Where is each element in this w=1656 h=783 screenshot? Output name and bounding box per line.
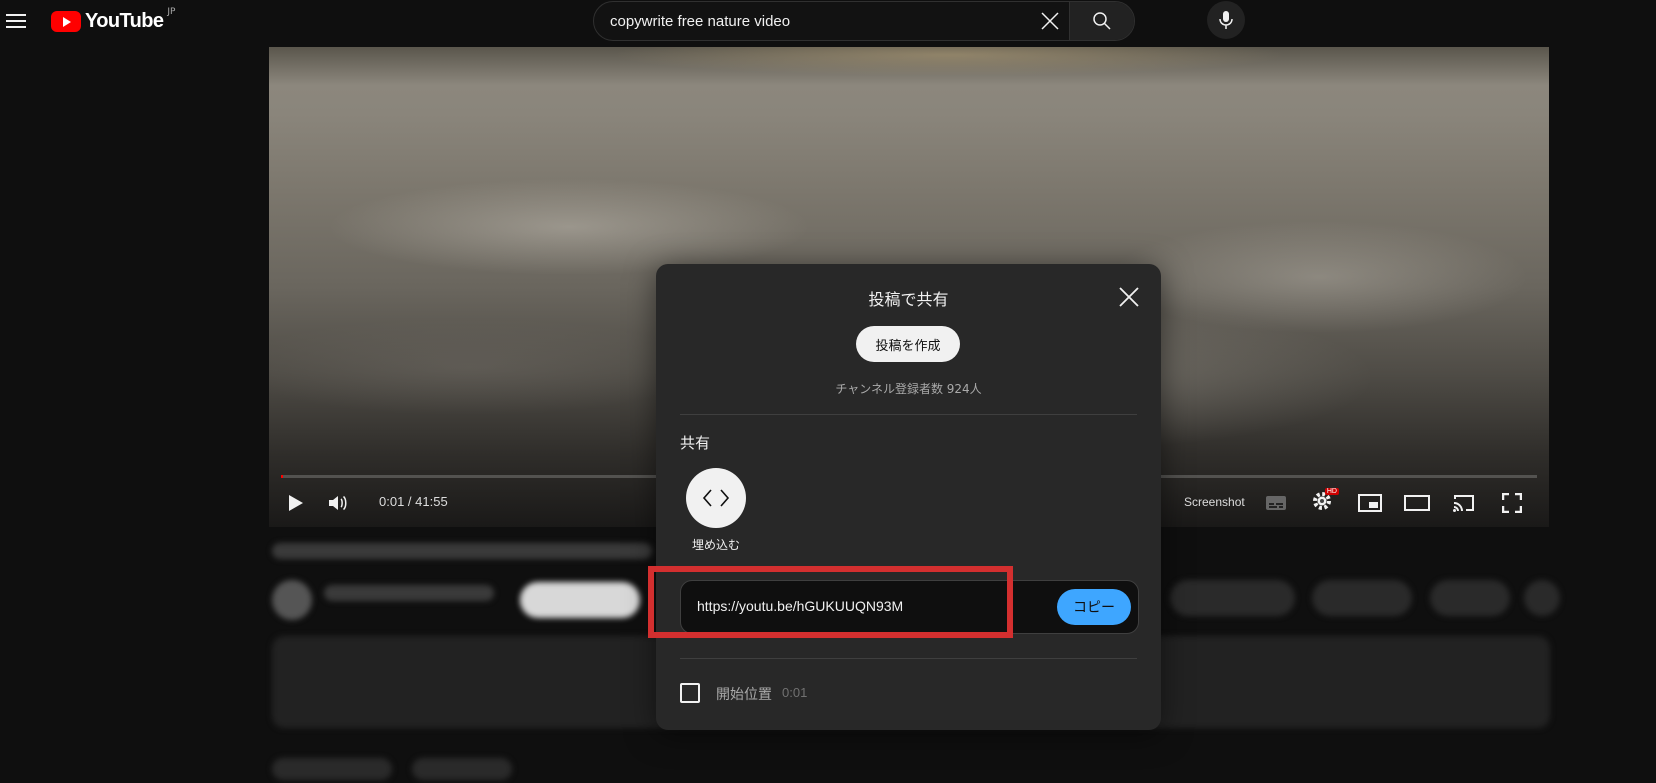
hd-badge: HD (1324, 488, 1339, 495)
embed-button[interactable] (686, 468, 746, 528)
settings-button[interactable]: HD (1307, 488, 1339, 518)
cast-icon (1453, 495, 1474, 512)
play-icon (289, 495, 303, 511)
blurred-sort-button (412, 758, 512, 780)
cast-button[interactable] (1449, 488, 1479, 518)
blurred-channel-name (324, 585, 494, 601)
theater-icon (1404, 495, 1430, 511)
volume-icon (329, 495, 347, 511)
logo-text: YouTube (85, 9, 164, 32)
progress-fill (281, 475, 283, 478)
blurred-share-button (1312, 580, 1412, 616)
search-input[interactable] (594, 2, 1031, 40)
youtube-play-icon (51, 10, 81, 32)
theater-mode-button[interactable] (1402, 488, 1432, 518)
youtube-logo[interactable]: YouTube JP (51, 7, 176, 32)
search-button[interactable] (1069, 2, 1134, 40)
embed-label: 埋め込む (691, 538, 740, 552)
search-icon (1093, 12, 1111, 30)
blurred-download-button (1430, 580, 1510, 616)
share-heading: 共有 (680, 434, 711, 452)
screenshot-button[interactable]: Screenshot (1184, 495, 1245, 509)
microphone-icon (1219, 11, 1233, 29)
time-display: 0:01 / 41:55 (379, 494, 448, 509)
start-at-checkbox[interactable] (680, 683, 700, 703)
subtitles-button[interactable] (1261, 488, 1291, 518)
fullscreen-button[interactable] (1497, 488, 1527, 518)
copy-button[interactable]: コピー (1057, 589, 1131, 625)
create-post-button[interactable]: 投稿を作成 (856, 326, 960, 362)
blurred-more-button (1524, 580, 1560, 616)
divider (680, 414, 1137, 415)
start-at-label: 開始位置 (716, 687, 772, 703)
blurred-channel-avatar (272, 580, 312, 620)
start-at-time: 0:01 (782, 685, 808, 700)
close-icon[interactable] (1116, 284, 1142, 310)
subtitles-icon (1266, 496, 1286, 510)
blurred-like-button (1170, 580, 1295, 616)
blurred-subscribe-button (520, 582, 640, 618)
divider (680, 658, 1137, 659)
blurred-comments-header (272, 758, 392, 780)
menu-icon[interactable] (4, 10, 28, 30)
miniplayer-button[interactable] (1355, 488, 1385, 518)
region-label: JP (167, 7, 176, 17)
volume-button[interactable] (323, 488, 353, 518)
voice-search-button[interactable] (1207, 1, 1245, 39)
play-button[interactable] (281, 488, 311, 518)
blurred-video-title (272, 543, 652, 559)
embed-code-icon (702, 489, 730, 507)
share-dialog: 投稿で共有 投稿を作成 チャンネル登録者数 924人 共有 埋め込む https… (656, 264, 1161, 730)
fullscreen-icon (1502, 493, 1522, 513)
subscriber-count: チャンネル登録者数 924人 (835, 382, 982, 396)
miniplayer-icon (1358, 494, 1382, 512)
search-box (593, 1, 1135, 41)
clear-icon[interactable] (1031, 2, 1069, 40)
highlight-box (648, 566, 1013, 638)
dialog-title: 投稿で共有 (868, 290, 949, 309)
